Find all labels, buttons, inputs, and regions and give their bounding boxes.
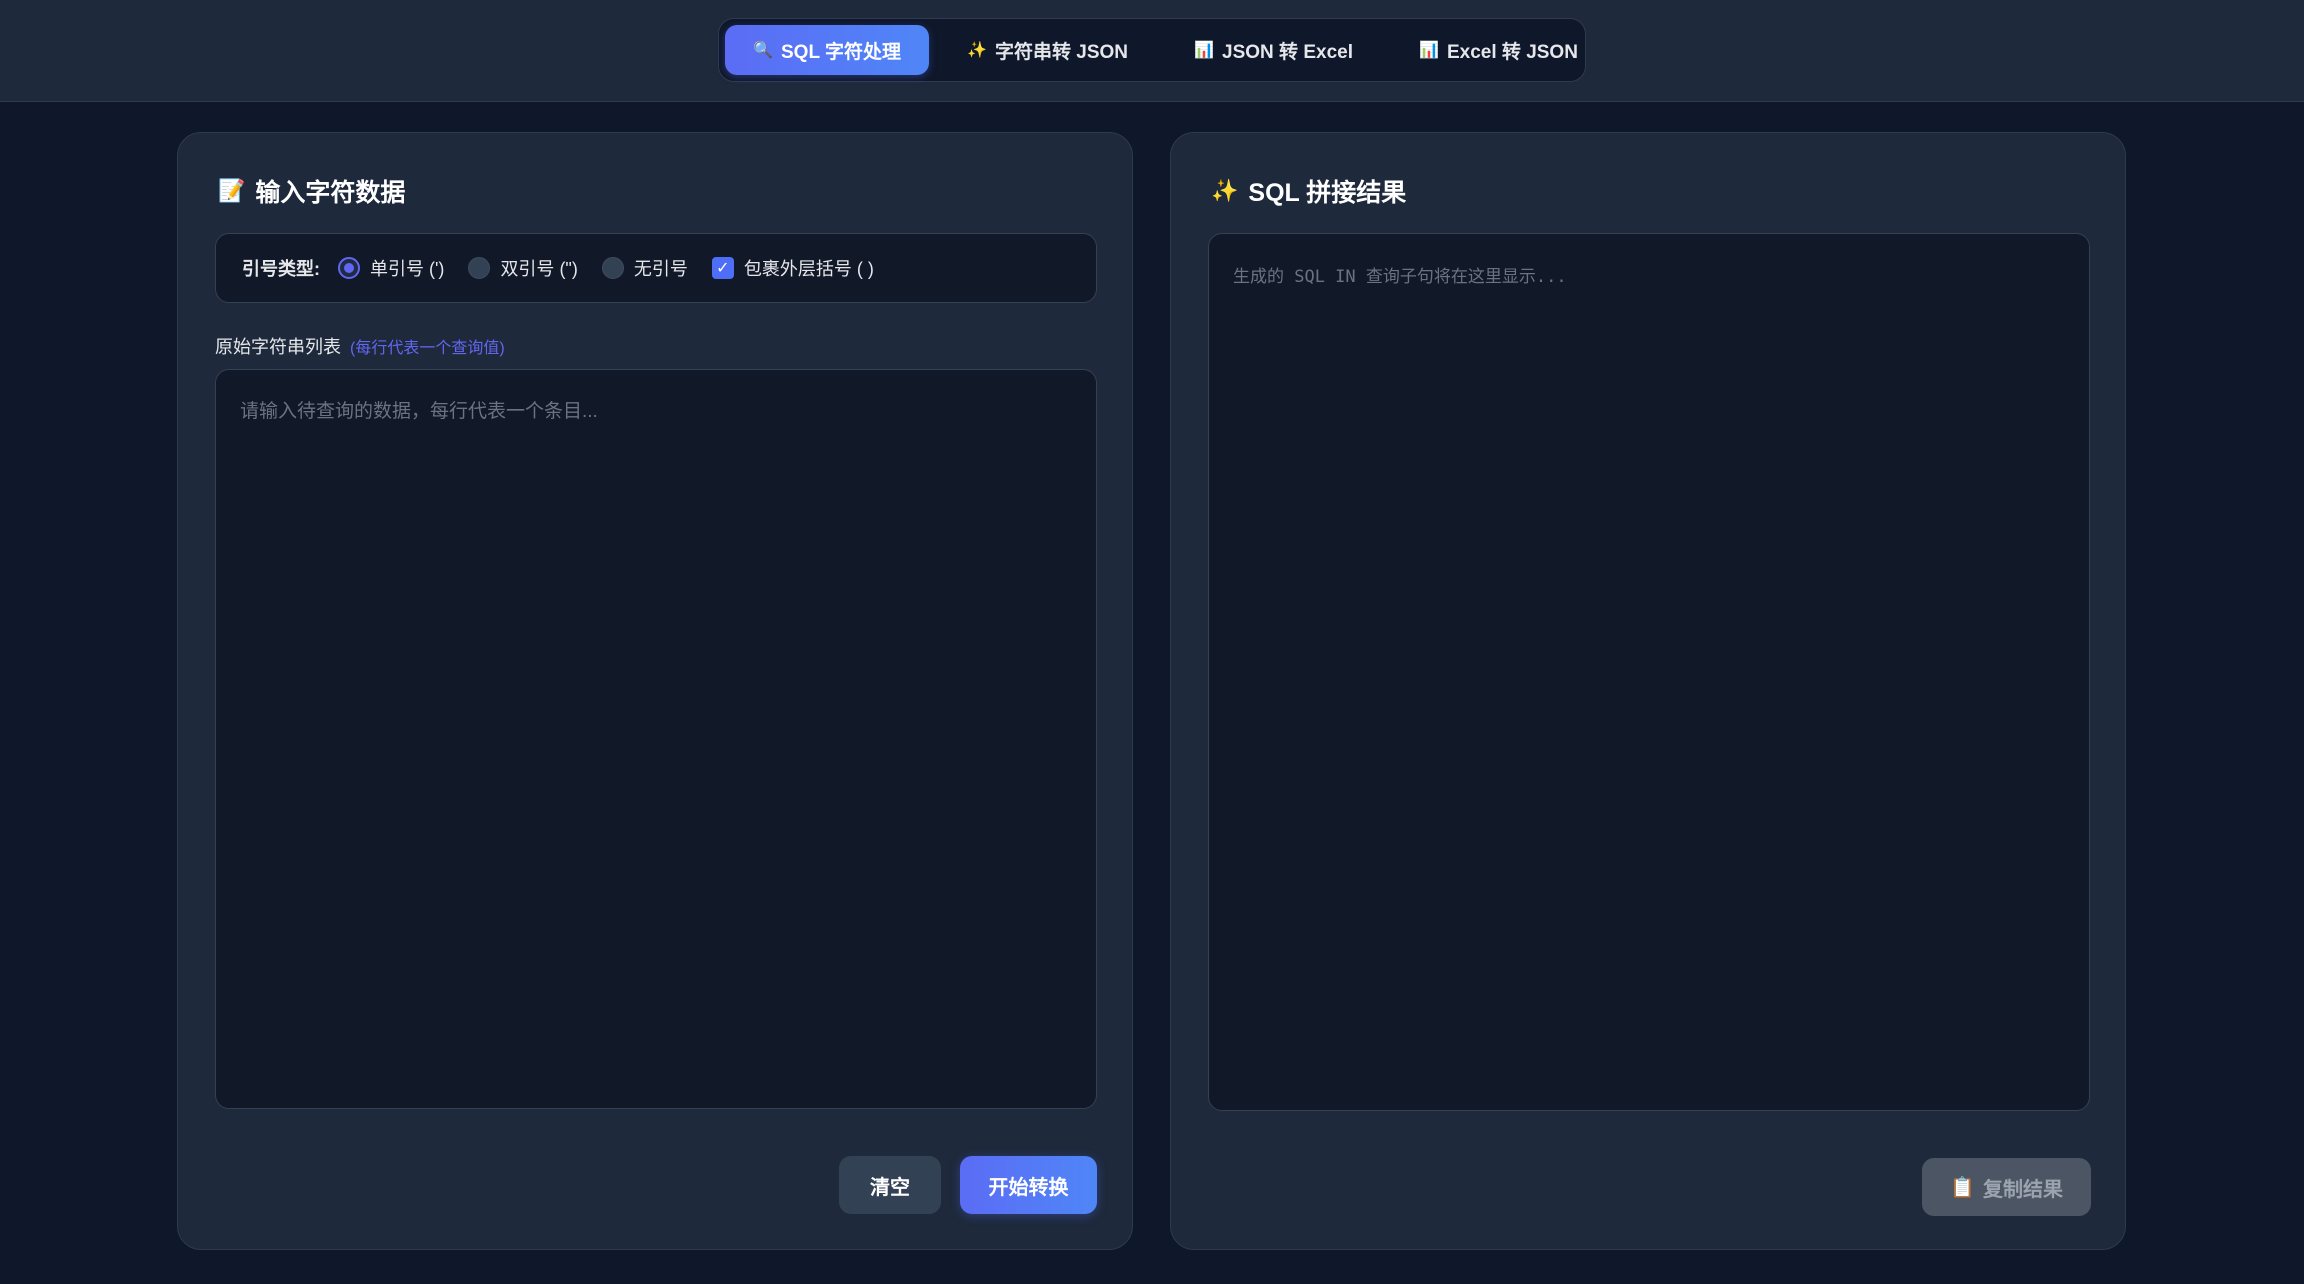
result-panel-title: ✨ SQL 拼接结果 — [1211, 173, 1406, 209]
input-panel: 📝 输入字符数据 引号类型: 单引号 (') 双引号 (") 无引号 ✓ 包裹外… — [177, 132, 1133, 1250]
clear-button[interactable]: 清空 — [839, 1156, 941, 1214]
result-panel: ✨ SQL 拼接结果 生成的 SQL IN 查询子句将在这里显示... 📋 复制… — [1170, 132, 2126, 1250]
radio-double-quote[interactable]: 双引号 (") — [468, 255, 578, 281]
quote-options-bar: 引号类型: 单引号 (') 双引号 (") 无引号 ✓ 包裹外层括号 ( ) — [215, 233, 1097, 303]
checkbox-wrap-parentheses[interactable]: ✓ 包裹外层括号 ( ) — [711, 255, 874, 281]
radio-label: 双引号 (") — [500, 259, 578, 279]
radio-button[interactable] — [468, 257, 491, 279]
sql-result-output[interactable]: 生成的 SQL IN 查询子句将在这里显示... — [1208, 233, 2090, 1111]
panel-title-text: 输入字符数据 — [255, 179, 406, 207]
bar-chart-icon: 📊 — [1418, 42, 1439, 59]
radio-no-quote[interactable]: 无引号 — [601, 255, 688, 281]
radio-single-quote[interactable]: 单引号 (') — [338, 255, 444, 281]
tab-string-to-json[interactable]: ✨ 字符串转 JSON — [939, 25, 1156, 75]
sparkles-icon: ✨ — [1211, 178, 1239, 203]
radio-label: 单引号 (') — [370, 259, 445, 279]
magnifier-icon: 🔍 — [753, 42, 773, 59]
tab-label: SQL 字符处理 — [781, 41, 901, 63]
source-list-label: 原始字符串列表 (每行代表一个查询值) — [215, 333, 505, 359]
checkbox-label: 包裹外层括号 ( ) — [743, 259, 874, 279]
quote-type-label: 引号类型: — [242, 259, 320, 279]
radio-label: 无引号 — [633, 259, 688, 279]
memo-icon: 📝 — [218, 178, 246, 203]
copy-result-button[interactable]: 📋 复制结果 — [1922, 1158, 2091, 1216]
tab-label: 字符串转 JSON — [995, 41, 1129, 63]
result-placeholder: 生成的 SQL IN 查询子句将在这里显示... — [1233, 267, 1567, 287]
tab-label: JSON 转 Excel — [1222, 41, 1353, 63]
top-navigation-bar: 🔍 SQL 字符处理 ✨ 字符串转 JSON 📊 JSON 转 Excel 📊 … — [0, 0, 2304, 102]
copy-button-label: 复制结果 — [1982, 1178, 2063, 1201]
clipboard-icon: 📋 — [1950, 1176, 1975, 1199]
start-convert-button[interactable]: 开始转换 — [960, 1156, 1097, 1214]
input-panel-title: 📝 输入字符数据 — [218, 173, 405, 209]
bar-chart-icon: 📊 — [1194, 42, 1214, 59]
panel-title-text: SQL 拼接结果 — [1248, 179, 1407, 207]
tool-tabs: 🔍 SQL 字符处理 ✨ 字符串转 JSON 📊 JSON 转 Excel 📊 … — [718, 18, 1586, 82]
field-hint: (每行代表一个查询值) — [350, 340, 505, 357]
tab-label: Excel 转 JSON — [1446, 41, 1578, 63]
radio-button[interactable] — [601, 257, 624, 279]
tab-sql-string[interactable]: 🔍 SQL 字符处理 — [725, 25, 929, 75]
tab-json-to-excel[interactable]: 📊 JSON 转 Excel — [1166, 25, 1381, 75]
source-input-container — [215, 369, 1097, 1109]
checkmark-icon[interactable]: ✓ — [711, 257, 734, 279]
radio-button[interactable] — [338, 257, 360, 279]
tab-excel-to-json[interactable]: 📊 Excel 转 JSON — [1391, 25, 1606, 75]
source-input[interactable] — [240, 396, 1072, 1082]
field-label-text: 原始字符串列表 — [215, 337, 341, 357]
sparkles-icon: ✨ — [967, 42, 987, 59]
